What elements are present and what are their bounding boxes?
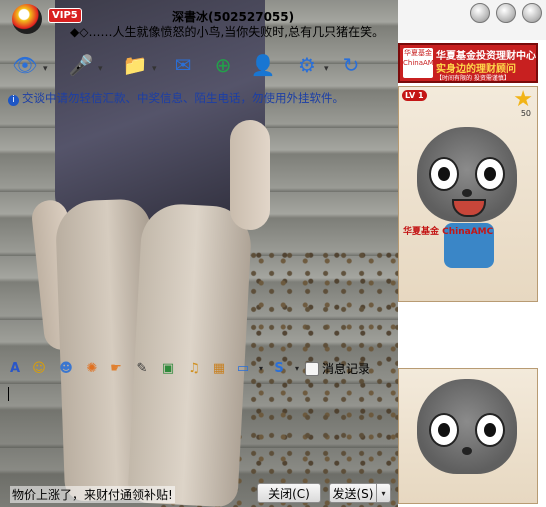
chevron-down-icon[interactable]: ▾ xyxy=(152,64,157,74)
wolf-nose xyxy=(462,447,472,455)
hand-icon: ☛ xyxy=(110,360,122,376)
ad-banner[interactable]: 华夏基金 ChinaAMC 华夏基金投资理财中心 实身边的理财顾问 【时间有限的… xyxy=(398,43,538,83)
text-caret xyxy=(8,387,9,401)
user-info-icon: 👤 xyxy=(250,53,276,77)
send-picture-button[interactable]: ▣ xyxy=(159,359,177,377)
soso-icon: S xyxy=(274,360,284,376)
chevron-down-icon[interactable]: ▾ xyxy=(324,64,329,74)
security-notice-text: 交谈中请勿轻信汇款、中奖信息、陌生电话，勿使用外挂软件。 xyxy=(22,91,344,105)
security-notice: i 交谈中请勿轻信汇款、中奖信息、陌生电话，勿使用外挂软件。 xyxy=(8,90,344,106)
settings-icon: ⚙ xyxy=(298,53,316,77)
scribble-icon: ✎ xyxy=(136,360,148,376)
maximize-button[interactable] xyxy=(496,3,516,23)
add-app-icon: ⊕ xyxy=(214,53,232,77)
bottom-bar: 物价上涨了，来财付通领补贴! 关闭(C) 发送(S) ▾ xyxy=(0,480,398,507)
bottom-ad-link[interactable]: 物价上涨了，来财付通领补贴! xyxy=(10,486,175,503)
chevron-down-icon[interactable]: ▾ xyxy=(43,64,48,74)
message-log-label: 消息记录 xyxy=(322,362,371,376)
emoticon-button[interactable]: ☺ xyxy=(30,359,48,377)
wolf-avatar-head xyxy=(417,127,517,222)
screen-capture-button[interactable]: ▭ xyxy=(234,359,252,377)
add-app-button[interactable]: ⊕ xyxy=(208,50,238,80)
wolf-avatar-head xyxy=(417,379,517,474)
send-options-button[interactable]: ▾ xyxy=(377,483,391,503)
voice-button[interactable]: 🎤 xyxy=(66,50,96,80)
message-log-icon xyxy=(305,361,319,376)
soso-button[interactable]: S xyxy=(270,359,288,377)
composer-toolbar: A ☺ ☻ ✺ ☛ ✎ ▣ ♫ ▦ ▭ ▾ S ▾ 消息记录 xyxy=(0,357,390,381)
my-qq-show[interactable] xyxy=(398,368,538,504)
ad-logo: 华夏基金 ChinaAMC xyxy=(403,48,439,78)
message-input[interactable] xyxy=(4,383,392,473)
settings-button[interactable]: ⚙ xyxy=(292,50,322,80)
send-file-icon: 📁 xyxy=(122,53,148,77)
contact-qq-show[interactable]: LV 1 ★ 50 华夏基金 ChinaAMC xyxy=(398,86,538,302)
send-file-button[interactable]: 📁 xyxy=(120,50,150,80)
magic-face-icon: ☻ xyxy=(59,360,73,376)
chevron-down-icon[interactable]: ▾ xyxy=(288,359,306,377)
right-sidebar: 华夏基金 ChinaAMC 华夏基金投资理财中心 实身边的理财顾问 【时间有限的… xyxy=(398,40,546,507)
user-info-button[interactable]: 👤 xyxy=(248,50,278,80)
music-button[interactable]: ♫ xyxy=(185,359,203,377)
vip-badge: VIP5 xyxy=(48,8,82,23)
minimize-button[interactable] xyxy=(470,3,490,23)
chevron-down-icon[interactable]: ▾ xyxy=(252,359,270,377)
music-icon: ♫ xyxy=(188,360,200,376)
screen-capture-icon: ▭ xyxy=(236,360,250,376)
qq-penguin-icon[interactable] xyxy=(12,4,42,34)
gift-button[interactable]: ▦ xyxy=(210,359,228,377)
wolf-eye xyxy=(429,157,459,191)
gift-icon: ▦ xyxy=(212,360,226,376)
font-button[interactable]: A xyxy=(6,359,24,377)
chat-toolbar: 👁 ▾ 🎤 ▾ 📁 ▾ ✉ ⊕ 👤 ⚙ ▾ ↻ xyxy=(0,44,390,88)
scribble-button[interactable]: ✎ xyxy=(133,359,151,377)
webcam-icon: 👁 xyxy=(12,53,38,77)
smiley-icon: ☺ xyxy=(32,360,46,376)
wolf-eye xyxy=(475,157,505,191)
star-count: 50 xyxy=(520,109,531,118)
card-brand: 华夏基金 ChinaAMC xyxy=(403,227,494,237)
email-button[interactable]: ✉ xyxy=(168,50,198,80)
close-button[interactable]: 关闭(C) xyxy=(257,483,321,503)
more-icon: ↻ xyxy=(342,53,360,77)
shake-window-button[interactable]: ✺ xyxy=(83,359,101,377)
more-apps-button[interactable]: ↻ xyxy=(336,50,366,80)
photo-arm-right xyxy=(230,120,270,230)
nudge-button[interactable]: ☛ xyxy=(107,359,125,377)
shake-window-icon: ✺ xyxy=(86,360,98,376)
level-badge: LV 1 xyxy=(402,90,427,101)
chevron-down-icon: ▾ xyxy=(381,488,386,498)
wolf-nose xyxy=(462,189,472,197)
font-icon: A xyxy=(9,360,21,376)
close-window-button[interactable] xyxy=(522,3,542,23)
email-icon: ✉ xyxy=(174,53,192,77)
magic-face-button[interactable]: ☻ xyxy=(57,359,75,377)
microphone-icon: 🎤 xyxy=(68,53,94,77)
ad-disclaimer: 【时间有限的 投资需谨慎】 xyxy=(436,75,510,82)
contact-signature: ◆◇……人生就像愤怒的小鸟,当你失败时,总有几只猪在笑。 xyxy=(70,25,385,39)
info-icon: i xyxy=(8,95,19,106)
wolf-mouth xyxy=(452,199,486,217)
wolf-eye xyxy=(475,413,505,447)
message-log-button[interactable]: 消息记录 xyxy=(305,360,370,377)
chat-header: VIP5 深書冰(502527055) ◆◇……人生就像愤怒的小鸟,当你失败时,… xyxy=(0,0,546,40)
chevron-down-icon[interactable]: ▾ xyxy=(98,64,103,74)
wolf-eye xyxy=(429,413,459,447)
send-button[interactable]: 发送(S) xyxy=(329,483,377,503)
webcam-button[interactable]: 👁 xyxy=(10,50,40,80)
picture-icon: ▣ xyxy=(161,360,175,376)
